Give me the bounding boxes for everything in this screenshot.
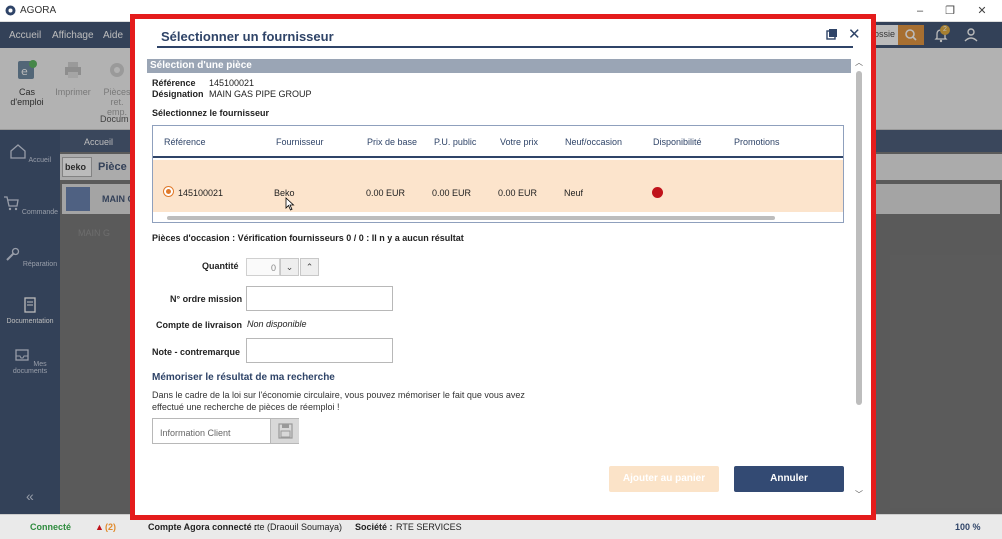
info-client-field[interactable]: Information Client: [152, 418, 299, 444]
cell-votre-prix: 0.00 EUR: [498, 188, 538, 198]
vertical-scrollbar[interactable]: ︿ ﹀: [853, 57, 865, 501]
memorize-text: Dans le cadre de la loi sur l'économie c…: [152, 390, 525, 412]
chevron-up-icon[interactable]: ⌃: [300, 258, 319, 276]
save-icon: [278, 423, 293, 439]
quantity-stepper[interactable]: 0 ⌄ ⌃: [246, 258, 320, 276]
memorize-title: Mémoriser le résultat de ma recherche: [152, 372, 335, 383]
scroll-up-icon[interactable]: ︿: [855, 57, 863, 68]
info-client-placeholder: Information Client: [160, 428, 231, 438]
quantity-value[interactable]: 0: [246, 258, 280, 276]
designation-label: Désignation: [152, 89, 204, 99]
col-prix-base[interactable]: Prix de base: [367, 137, 417, 147]
cell-etat: Neuf: [564, 188, 584, 198]
cell-reference: 145100021: [178, 188, 224, 198]
supplier-table: Référence Fournisseur Prix de base P.U. …: [152, 125, 844, 223]
warning-count: (2): [105, 522, 116, 532]
col-pu-public[interactable]: P.U. public: [434, 137, 476, 147]
note-contremarque-label: Note - contremarque: [152, 347, 241, 357]
select-supplier-heading: Sélectionnez le fournisseur: [152, 108, 270, 118]
designation-line: Désignation MAIN GAS PIPE GROUP: [152, 89, 312, 99]
warning-icon[interactable]: ▲: [95, 522, 104, 532]
occasion-result-text: Pièces d'occasion : Vérification fournis…: [152, 233, 464, 243]
col-promotions[interactable]: Promotions: [734, 137, 780, 147]
save-info-button[interactable]: [270, 419, 299, 443]
horizontal-scrollbar[interactable]: [167, 216, 775, 220]
section-header: Sélection d'une pièce: [147, 59, 851, 73]
account-label: Compte Agora connecté :: [148, 522, 258, 532]
window-close-icon[interactable]: ✕: [974, 3, 990, 19]
reference-line: Référence 145100021: [152, 78, 254, 88]
account-value: rte (Draouil Soumaya): [254, 522, 343, 532]
note-contremarque-input[interactable]: [246, 338, 393, 363]
col-reference[interactable]: Référence: [164, 137, 206, 147]
cancel-button[interactable]: Annuler: [734, 466, 844, 492]
compte-livraison-value: Non disponible: [247, 319, 307, 329]
col-neuf-occasion[interactable]: Neuf/occasion: [565, 137, 622, 147]
availability-dot: [652, 187, 663, 198]
zoom-level[interactable]: 100 %: [955, 522, 981, 532]
table-row[interactable]: 145100021 Beko 0.00 EUR 0.00 EUR 0.00 EU…: [153, 160, 843, 212]
select-supplier-dialog: Sélectionner un fournisseur ✕ Sélection …: [135, 19, 871, 515]
col-votre-prix[interactable]: Votre prix: [500, 137, 538, 147]
dialog-scroll-area[interactable]: Sélection d'une pièce Référence 145100021…: [145, 57, 865, 501]
scrollbar-thumb[interactable]: [856, 71, 862, 405]
minimize-icon[interactable]: –: [912, 3, 928, 19]
cell-pu-public: 0.00 EUR: [432, 188, 472, 198]
reference-value: 145100021: [209, 78, 255, 88]
reference-label: Référence: [152, 78, 196, 88]
status-bar: Connecté ▲ (2) Compte Agora connecté : r…: [0, 514, 1002, 539]
agora-logo-icon: [5, 5, 16, 16]
app-title: AGORA: [20, 5, 57, 16]
restore-icon[interactable]: ❐: [942, 3, 958, 19]
table-header: Référence Fournisseur Prix de base P.U. …: [153, 126, 843, 158]
col-disponibilite[interactable]: Disponibilité: [653, 137, 702, 147]
title-divider: [157, 46, 853, 48]
company-label: Société :: [355, 522, 393, 532]
close-icon[interactable]: ✕: [848, 25, 861, 43]
compte-livraison-label: Compte de livraison: [156, 320, 243, 330]
scroll-down-icon[interactable]: ﹀: [855, 489, 863, 500]
col-fournisseur[interactable]: Fournisseur: [276, 137, 324, 147]
ordre-mission-input[interactable]: [246, 286, 393, 311]
mouse-cursor-icon: [285, 197, 295, 211]
add-to-cart-button[interactable]: Ajouter au panier: [609, 466, 719, 492]
ordre-mission-label: N° ordre mission: [170, 294, 243, 304]
maximize-icon[interactable]: [825, 27, 839, 41]
row-select-radio[interactable]: [163, 186, 174, 197]
designation-value: MAIN GAS PIPE GROUP: [209, 89, 312, 99]
cell-prix-base: 0.00 EUR: [366, 188, 406, 198]
company-value: RTE SERVICES: [396, 522, 462, 532]
dialog-title: Sélectionner un fournisseur: [161, 29, 334, 44]
chevron-down-icon[interactable]: ⌄: [280, 258, 299, 276]
connection-status: Connecté: [30, 522, 72, 532]
quantite-label: Quantité: [202, 261, 239, 271]
